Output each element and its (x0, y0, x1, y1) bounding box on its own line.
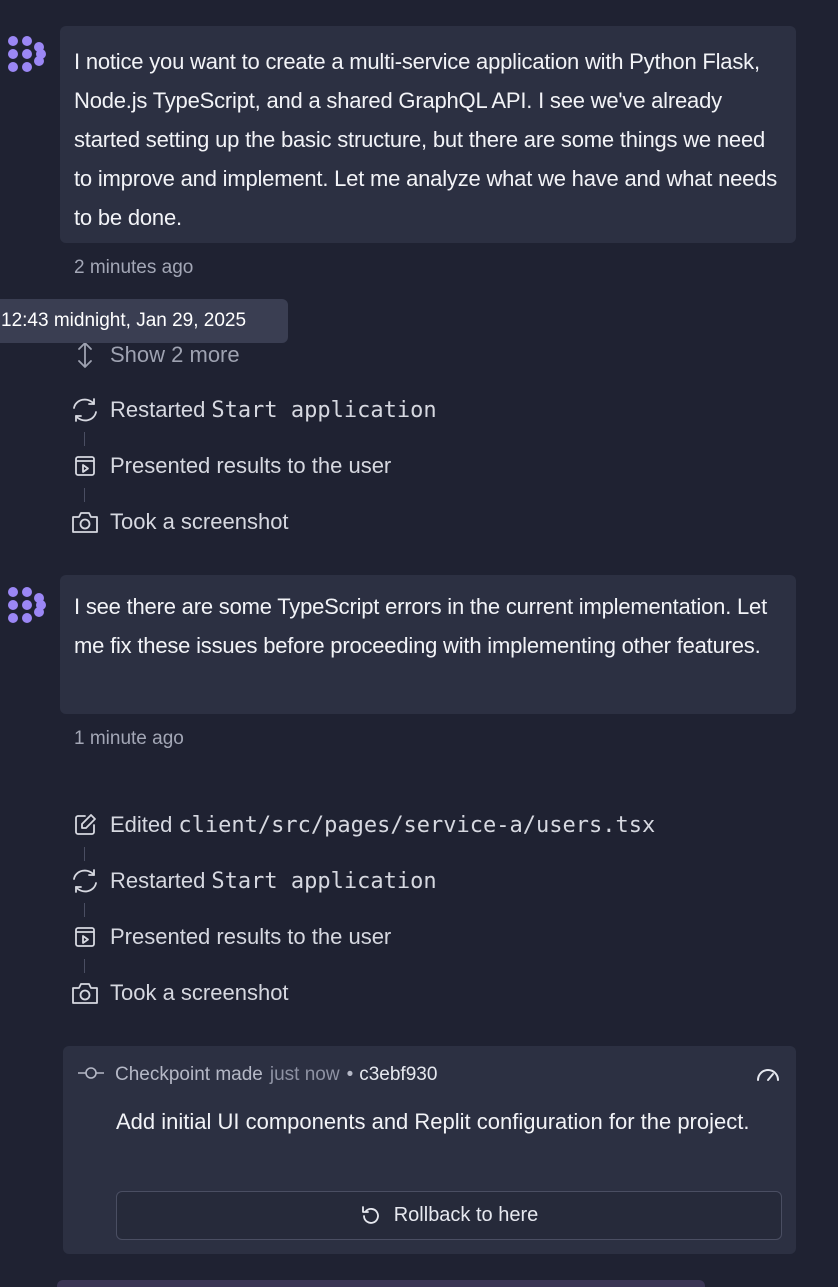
action-label: Restarted (110, 868, 206, 893)
rollback-label: Rollback to here (393, 1204, 539, 1226)
checkpoint-header: Checkpoint made just now • c3ebf930 (77, 1064, 437, 1086)
timeline-connector (84, 959, 85, 973)
agent-avatar-icon (8, 36, 46, 72)
checkpoint-card: Checkpoint made just now • c3ebf930 Add … (63, 1046, 796, 1254)
action-label: Presented results to the user (110, 453, 392, 478)
action-label: Took a screenshot (110, 509, 289, 534)
action-screenshot[interactable]: Took a screenshot (70, 505, 289, 539)
action-code: Start application (211, 868, 437, 894)
checkpoint-message: Add initial UI components and Replit con… (116, 1109, 750, 1134)
show-more-label: Show 2 more (110, 342, 240, 367)
show-more-button[interactable]: Show 2 more (70, 338, 240, 372)
checkpoint-label: Checkpoint made (115, 1064, 263, 1085)
action-presented[interactable]: Presented results to the user (70, 449, 391, 483)
timestamp-tooltip: 12:43 midnight, Jan 29, 2025 (0, 299, 288, 343)
message-time-ago: 2 minutes ago (74, 257, 194, 278)
timeline-connector (84, 488, 85, 502)
action-edited[interactable]: Edited client/src/pages/service-a/users.… (70, 808, 655, 842)
checkpoint-time: just now (269, 1064, 340, 1085)
checkpoint-separator: • (346, 1064, 354, 1085)
edit-icon (70, 810, 100, 840)
undo-icon (360, 1205, 382, 1227)
rollback-button[interactable]: Rollback to here (116, 1191, 782, 1240)
action-label: Restarted (110, 397, 206, 422)
restart-icon (70, 395, 100, 425)
action-code: Start application (211, 397, 437, 423)
action-label: Took a screenshot (110, 980, 289, 1005)
action-presented[interactable]: Presented results to the user (70, 920, 391, 954)
message-time-ago: 1 minute ago (74, 728, 184, 749)
timeline-connector (84, 432, 85, 446)
action-label: Edited (110, 812, 173, 837)
bottom-panel-edge (57, 1280, 705, 1287)
camera-icon (70, 978, 100, 1008)
action-restarted[interactable]: Restarted Start application (70, 393, 437, 427)
checkpoint-hash[interactable]: c3ebf930 (359, 1064, 437, 1086)
timeline-connector (84, 847, 85, 861)
gauge-icon[interactable] (754, 1062, 782, 1086)
agent-message: I see there are some TypeScript errors i… (60, 575, 796, 714)
timeline-connector (84, 903, 85, 917)
agent-avatar-icon (8, 587, 46, 623)
action-screenshot[interactable]: Took a screenshot (70, 976, 289, 1010)
restart-icon (70, 866, 100, 896)
action-code: client/src/pages/service-a/users.tsx (178, 812, 656, 838)
commit-icon (77, 1064, 105, 1086)
agent-message: I notice you want to create a multi-serv… (60, 26, 796, 243)
camera-icon (70, 507, 100, 537)
action-label: Presented results to the user (110, 924, 392, 949)
present-icon (70, 922, 100, 952)
expand-vertical-icon (70, 340, 100, 370)
action-restarted[interactable]: Restarted Start application (70, 864, 437, 898)
present-icon (70, 451, 100, 481)
